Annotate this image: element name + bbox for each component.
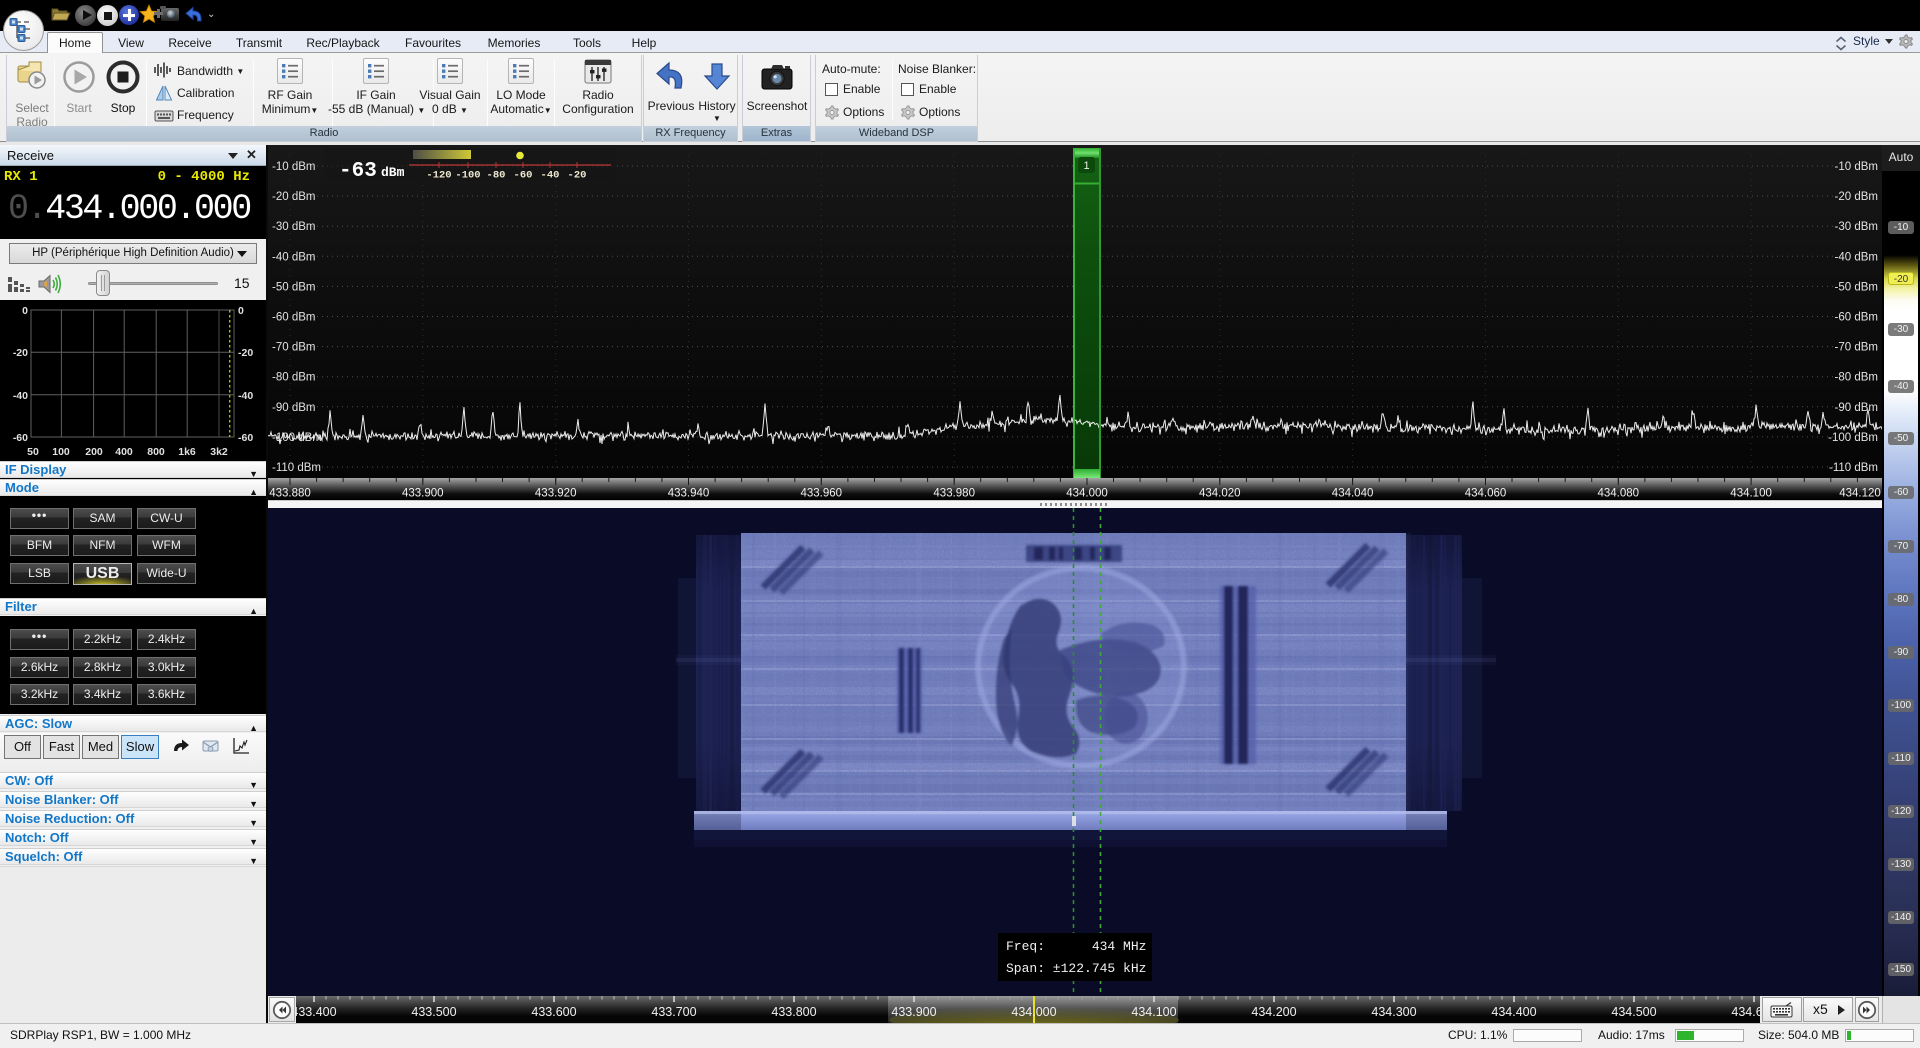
svg-text:-30 dBm: -30 dBm bbox=[272, 221, 315, 233]
svg-text:434.400: 434.400 bbox=[1491, 1005, 1536, 1019]
svg-text:200: 200 bbox=[85, 446, 103, 458]
svg-text:-50 dBm: -50 dBm bbox=[272, 281, 315, 293]
svg-text:-80 dBm: -80 dBm bbox=[272, 372, 315, 384]
svg-text:434.020: 434.020 bbox=[1199, 488, 1241, 500]
svg-text:433.940: 433.940 bbox=[668, 488, 710, 500]
svg-text:-60: -60 bbox=[13, 432, 28, 444]
svg-text:434.500: 434.500 bbox=[1611, 1005, 1656, 1019]
svg-text:-80: -80 bbox=[487, 170, 506, 182]
svg-text:-10 dBm: -10 dBm bbox=[272, 161, 315, 173]
svg-text:-20: -20 bbox=[13, 347, 28, 359]
svg-text:433.500: 433.500 bbox=[411, 1005, 456, 1019]
svg-text:-60 dBm: -60 dBm bbox=[1835, 312, 1878, 324]
svg-text:434.100: 434.100 bbox=[1131, 1005, 1176, 1019]
svg-text:-40: -40 bbox=[238, 390, 253, 402]
svg-text:433.900: 433.900 bbox=[891, 1005, 936, 1019]
svg-text:-50 dBm: -50 dBm bbox=[1835, 281, 1878, 293]
svg-text:-40: -40 bbox=[13, 390, 28, 402]
svg-text:-110 dBm: -110 dBm bbox=[272, 462, 321, 474]
svg-text:-63: -63 bbox=[339, 160, 377, 183]
svg-text:433.900: 433.900 bbox=[402, 488, 444, 500]
svg-text:-30 dBm: -30 dBm bbox=[1835, 221, 1878, 233]
svg-text:-20: -20 bbox=[238, 347, 253, 359]
svg-text:1k6: 1k6 bbox=[178, 446, 196, 458]
svg-text:434.000: 434.000 bbox=[1066, 488, 1108, 500]
svg-text:50: 50 bbox=[27, 446, 39, 458]
svg-text:-60: -60 bbox=[514, 170, 533, 182]
svg-text:-20 dBm: -20 dBm bbox=[1835, 191, 1878, 203]
svg-text:-40: -40 bbox=[541, 170, 560, 182]
svg-text:434.080: 434.080 bbox=[1598, 488, 1640, 500]
svg-text:-40 dBm: -40 dBm bbox=[272, 251, 315, 263]
svg-text:434.300: 434.300 bbox=[1371, 1005, 1416, 1019]
svg-text:-100 dBm: -100 dBm bbox=[1828, 432, 1878, 444]
svg-text:434.040: 434.040 bbox=[1332, 488, 1374, 500]
svg-text:800: 800 bbox=[147, 446, 165, 458]
svg-text:-90 dBm: -90 dBm bbox=[1835, 402, 1878, 414]
svg-text:-70 dBm: -70 dBm bbox=[272, 342, 315, 354]
svg-text:434.060: 434.060 bbox=[1465, 488, 1507, 500]
svg-text:0: 0 bbox=[22, 305, 28, 317]
svg-text:-100: -100 bbox=[455, 170, 480, 182]
svg-text:433.880: 433.880 bbox=[269, 488, 311, 500]
svg-text:-20: -20 bbox=[568, 170, 587, 182]
svg-text:-20 dBm: -20 dBm bbox=[272, 191, 315, 203]
svg-text:434.000: 434.000 bbox=[1011, 1005, 1056, 1019]
svg-text:433.800: 433.800 bbox=[771, 1005, 816, 1019]
svg-text:-120: -120 bbox=[426, 170, 451, 182]
svg-text:-40 dBm: -40 dBm bbox=[1835, 251, 1878, 263]
svg-text:0: 0 bbox=[238, 305, 244, 317]
svg-text:-80 dBm: -80 dBm bbox=[1835, 372, 1878, 384]
svg-text:433.700: 433.700 bbox=[651, 1005, 696, 1019]
svg-text:100: 100 bbox=[52, 446, 70, 458]
svg-text:434.100: 434.100 bbox=[1730, 488, 1772, 500]
svg-text:433.960: 433.960 bbox=[801, 488, 843, 500]
svg-text:400: 400 bbox=[115, 446, 133, 458]
svg-text:434.120: 434.120 bbox=[1839, 488, 1881, 500]
svg-text:433.980: 433.980 bbox=[933, 488, 975, 500]
svg-text:-110 dBm: -110 dBm bbox=[1829, 462, 1878, 474]
svg-text:433.600: 433.600 bbox=[531, 1005, 576, 1019]
svg-text:-60: -60 bbox=[238, 432, 253, 444]
svg-text:-90 dBm: -90 dBm bbox=[272, 402, 315, 414]
svg-text:-10 dBm: -10 dBm bbox=[1835, 161, 1878, 173]
svg-text:3k2: 3k2 bbox=[210, 446, 228, 458]
svg-text:-60 dBm: -60 dBm bbox=[272, 312, 315, 324]
svg-text:-70 dBm: -70 dBm bbox=[1835, 342, 1878, 354]
svg-text:434.600: 434.600 bbox=[1731, 1005, 1760, 1019]
svg-text:dBm: dBm bbox=[381, 165, 405, 180]
svg-text:433.400: 433.400 bbox=[296, 1005, 337, 1019]
svg-text:433.920: 433.920 bbox=[535, 488, 577, 500]
svg-text:434.200: 434.200 bbox=[1251, 1005, 1296, 1019]
svg-text:1: 1 bbox=[1083, 160, 1089, 172]
